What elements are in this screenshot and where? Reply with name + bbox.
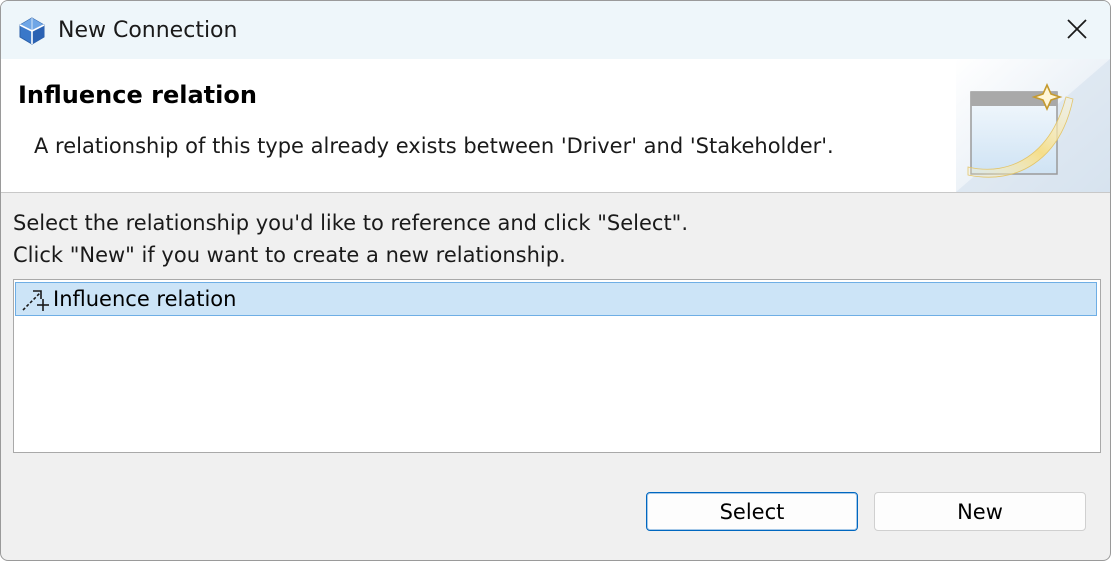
list-item-label: Influence relation	[53, 287, 237, 311]
close-icon	[1066, 18, 1088, 44]
cube-icon	[18, 17, 46, 45]
influence-relation-icon	[20, 285, 50, 313]
relationship-list[interactable]: Influence relation	[13, 279, 1101, 453]
title-bar[interactable]: New Connection	[1, 1, 1110, 59]
new-button[interactable]: New	[874, 492, 1086, 531]
banner-title: Influence relation	[18, 81, 257, 109]
new-connection-dialog: New Connection Influence relation A rela…	[0, 0, 1111, 561]
instruction-line-select: Select the relationship you'd like to re…	[13, 211, 689, 235]
list-item[interactable]: Influence relation	[15, 282, 1097, 316]
banner-message: A relationship of this type already exis…	[34, 134, 834, 158]
select-button[interactable]: Select	[646, 492, 858, 531]
new-wizard-icon	[956, 59, 1110, 192]
instructions: Select the relationship you'd like to re…	[13, 207, 688, 271]
window-title: New Connection	[58, 18, 238, 43]
instruction-line-new: Click "New" if you want to create a new …	[13, 243, 566, 267]
close-button[interactable]	[1050, 9, 1104, 53]
wizard-banner: Influence relation A relationship of thi…	[1, 59, 1110, 193]
